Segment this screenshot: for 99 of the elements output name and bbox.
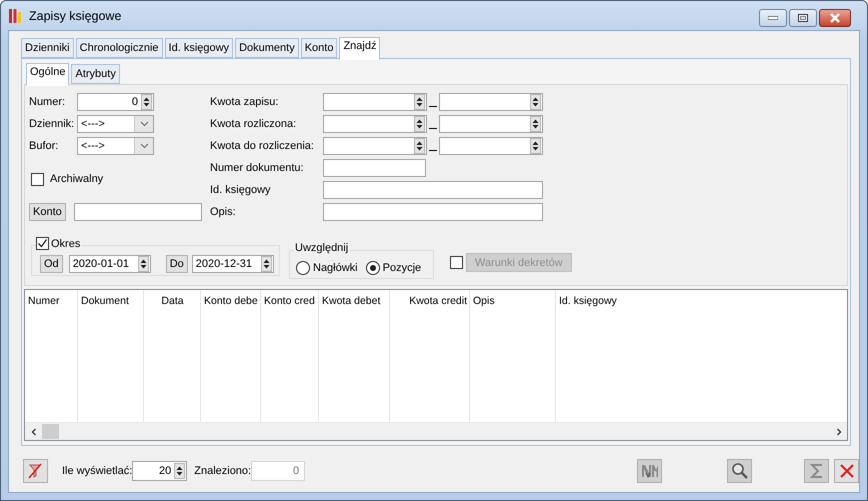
range-dash — [429, 128, 437, 129]
checkbox-label[interactable]: Archiwalny — [50, 173, 104, 185]
radio-button[interactable] — [366, 260, 380, 274]
column-header[interactable]: Kwota debet — [322, 295, 380, 307]
group-label: Uwzględnij — [294, 242, 350, 254]
spin-arrows-icon — [531, 117, 540, 131]
minimize-icon — [768, 16, 778, 20]
close-icon — [829, 13, 841, 23]
spin-arrows-icon — [415, 139, 424, 153]
clear-filter-button[interactable] — [23, 459, 48, 483]
tab[interactable]: Konto — [300, 38, 338, 58]
field-label: Numer: — [29, 96, 66, 108]
field-label: Kwota rozliczona: — [210, 118, 298, 130]
checkbox[interactable] — [36, 237, 49, 250]
number-field[interactable]: 20 — [132, 461, 188, 481]
account-button[interactable]: Konto — [29, 203, 66, 221]
horizontal-scrollbar[interactable] — [25, 422, 847, 440]
column-header[interactable]: Konto cred — [264, 295, 315, 307]
tab[interactable]: Dokumenty — [235, 38, 299, 58]
radio-label[interactable]: Pozycje — [382, 262, 422, 274]
dropdown-field[interactable]: <---> — [77, 137, 154, 155]
input-field[interactable] — [323, 115, 427, 133]
column-header[interactable]: Dokument — [81, 295, 129, 307]
column-header[interactable]: Opis — [473, 295, 495, 307]
date-field[interactable]: 2020-12-31 — [192, 254, 274, 272]
tab[interactable]: Id. księgowy — [164, 38, 234, 58]
field-label: Numer dokumentu: — [210, 162, 305, 174]
close-icon — [838, 463, 855, 479]
input-field[interactable] — [323, 93, 427, 111]
search-icon — [730, 462, 749, 480]
dropdown-field[interactable]: <---> — [77, 115, 154, 133]
maximize-icon — [798, 14, 808, 22]
radio-label[interactable]: Nagłówki — [313, 262, 358, 274]
app-icon — [9, 8, 23, 24]
spin-arrows-icon — [531, 95, 540, 109]
search-button[interactable] — [727, 459, 752, 483]
scrollbar-thumb[interactable] — [42, 424, 59, 439]
tab[interactable]: Znajdź — [339, 37, 380, 60]
sigma-icon — [810, 463, 824, 479]
spin-button[interactable] — [530, 94, 541, 110]
tab[interactable]: Ogólne — [26, 63, 70, 86]
input-field[interactable] — [323, 181, 543, 199]
input-field[interactable] — [323, 137, 427, 155]
spin-arrows-icon — [415, 117, 424, 131]
spin-button[interactable] — [530, 138, 541, 154]
column-header[interactable]: Konto debe — [204, 295, 258, 307]
field-label: Ile wyświetlać: — [62, 465, 132, 477]
nm-letters-icon — [640, 463, 659, 479]
window-title: Zapisy księgowe — [29, 8, 122, 22]
spin-button[interactable] — [530, 116, 541, 132]
to-button[interactable]: Do — [166, 254, 188, 272]
input-field[interactable] — [74, 203, 202, 221]
tab[interactable]: Atrybuty — [71, 64, 120, 84]
result-count-field: 0 — [251, 461, 306, 481]
number-field[interactable]: 0 — [77, 93, 154, 111]
spin-arrows-icon — [175, 464, 184, 478]
spin-button[interactable] — [174, 463, 186, 479]
spin-arrows-icon — [142, 95, 151, 109]
column-header[interactable]: Numer — [28, 295, 60, 307]
spin-button[interactable] — [138, 256, 149, 272]
spin-button[interactable] — [414, 94, 425, 110]
field-label: Kwota zapisu: — [210, 96, 280, 108]
date-field[interactable]: 2020-01-01 — [68, 254, 151, 272]
chevron-down-icon — [140, 121, 148, 127]
tab[interactable]: Chronologicznie — [76, 38, 163, 58]
tab[interactable]: Dzienniki — [21, 38, 74, 58]
arrow-right-icon[interactable] — [834, 428, 842, 436]
field-label: Dziennik: — [29, 118, 76, 130]
column-header[interactable]: Id. księgowy — [559, 295, 617, 307]
spin-button[interactable] — [414, 138, 425, 154]
input-field[interactable] — [323, 159, 426, 177]
input-field[interactable] — [323, 203, 543, 221]
input-field[interactable] — [439, 115, 543, 133]
input-field[interactable] — [439, 137, 543, 155]
field-label: Opis: — [210, 206, 237, 218]
range-dash — [429, 150, 437, 151]
maximize-button[interactable] — [789, 9, 817, 27]
spin-arrows-icon — [531, 139, 540, 153]
column-header[interactable]: Kwota credit — [409, 295, 467, 307]
from-button[interactable]: Od — [40, 254, 63, 272]
checkbox[interactable] — [31, 172, 44, 186]
field-label: Bufor: — [29, 140, 60, 152]
range-dash — [429, 106, 437, 107]
crossed-funnel-icon — [28, 463, 42, 479]
arrow-left-icon[interactable] — [30, 428, 38, 436]
column-header[interactable]: Data — [161, 295, 184, 307]
spin-button[interactable] — [260, 256, 272, 272]
minimize-button[interactable] — [759, 9, 787, 27]
field-label: Id. księgowy — [210, 184, 272, 196]
field-label: Kwota do rozliczenia: — [210, 140, 315, 152]
spin-arrows-icon — [415, 95, 424, 109]
chevron-down-icon — [140, 143, 148, 149]
input-field[interactable] — [439, 93, 543, 111]
field-label: Znaleziono: — [194, 465, 252, 477]
spin-button[interactable] — [414, 116, 425, 132]
close-button[interactable] — [819, 9, 851, 27]
radio-button[interactable] — [296, 260, 310, 274]
spin-button[interactable] — [141, 94, 152, 110]
checkmark-icon — [37, 238, 48, 249]
